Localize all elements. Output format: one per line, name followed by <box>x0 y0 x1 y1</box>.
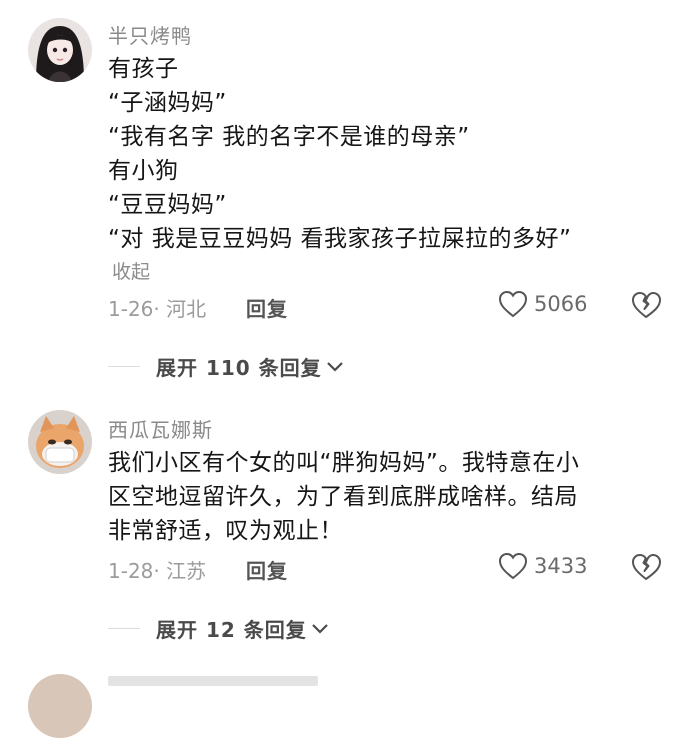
collapse-button[interactable]: 收起 <box>112 257 150 284</box>
comment-line: 区空地逗留许久，为了看到底胖成啥样。结局 <box>108 484 578 510</box>
expand-replies-label: 展开 110 条回复 <box>156 356 322 380</box>
reply-button[interactable]: 回复 <box>246 555 288 584</box>
divider-line <box>108 366 140 367</box>
dislike-button[interactable] <box>630 290 662 322</box>
like-button[interactable]: 5066 <box>498 290 587 318</box>
chevron-down-icon <box>326 361 343 372</box>
comment-text: 我们小区有个女的叫“胖狗妈妈”。我特意在小 区空地逗留许久，为了看到底胖成啥样。… <box>108 446 668 548</box>
comment-line: 非常舒适，叹为观止！ <box>108 518 343 544</box>
heart-outline-icon <box>498 290 528 318</box>
like-button[interactable]: 3433 <box>498 552 587 580</box>
comment-2: 西瓜瓦娜斯 我们小区有个女的叫“胖狗妈妈”。我特意在小 区空地逗留许久，为了看到… <box>0 400 690 738</box>
comment-line: “我有名字 我的名字不是谁的母亲” <box>108 124 470 150</box>
expand-replies-button[interactable]: 展开 12 条回复 <box>108 614 329 643</box>
comment-meta: 1-28· 江苏 <box>108 559 207 583</box>
comment-text: 有孩子 “子涵妈妈” “我有名字 我的名字不是谁的母亲” 有小狗 “豆豆妈妈” … <box>108 52 668 256</box>
chevron-down-icon <box>311 623 328 634</box>
comment-line: “对 我是豆豆妈妈 看我家孩子拉屎拉的多好” <box>108 226 572 252</box>
expand-replies-button[interactable]: 展开 110 条回复 <box>108 352 344 381</box>
comment-line: 我们小区有个女的叫“胖狗妈妈”。我特意在小 <box>108 450 580 476</box>
next-comment-avatar-partial <box>28 674 92 738</box>
user-avatar-illustration <box>28 18 92 82</box>
comment-meta: 1-26· 河北 <box>108 297 207 321</box>
like-count: 3433 <box>534 554 588 578</box>
comment-1: 半只烤鸭 有孩子 “子涵妈妈” “我有名字 我的名字不是谁的母亲” 有小狗 “豆… <box>0 0 690 400</box>
avatar[interactable] <box>28 18 92 82</box>
like-count: 5066 <box>534 292 588 316</box>
divider-line <box>108 628 140 629</box>
comment-line: 有孩子 <box>108 56 179 82</box>
username[interactable]: 西瓜瓦娜斯 <box>108 414 213 443</box>
broken-heart-icon <box>632 554 661 580</box>
comment-line: “子涵妈妈” <box>108 90 227 116</box>
next-comment-username-partial <box>108 676 318 686</box>
heart-outline-icon <box>498 552 528 580</box>
comment-line: 有小狗 <box>108 158 179 184</box>
user-avatar-illustration <box>28 410 92 474</box>
avatar[interactable] <box>28 410 92 474</box>
reply-button[interactable]: 回复 <box>246 293 288 322</box>
expand-replies-label: 展开 12 条回复 <box>156 618 307 642</box>
username[interactable]: 半只烤鸭 <box>108 20 192 49</box>
comment-line: “豆豆妈妈” <box>108 192 227 218</box>
dislike-button[interactable] <box>630 552 662 584</box>
broken-heart-icon <box>632 292 661 318</box>
